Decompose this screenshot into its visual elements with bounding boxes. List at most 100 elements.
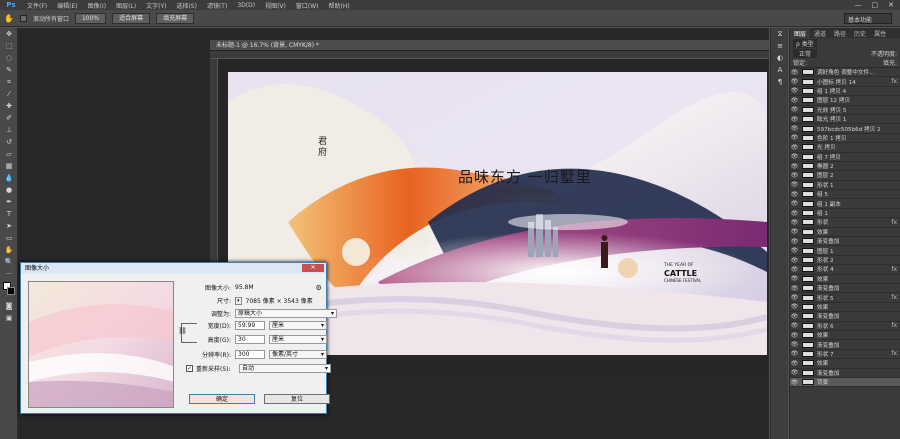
healing-tool-icon[interactable]: ✚ [0, 100, 18, 112]
reset-button[interactable]: 复位 [264, 394, 330, 404]
layer-row[interactable]: 👁 组 1 副本 [790, 199, 900, 209]
layer-row[interactable]: 👁 小图标 拷贝 14 fx [790, 77, 900, 87]
menu-filter[interactable]: 滤镜(T) [202, 1, 232, 10]
character-panel-icon[interactable]: A [771, 64, 789, 76]
tab-paths[interactable]: 路径 [830, 28, 850, 38]
menu-edit[interactable]: 编辑(E) [52, 1, 82, 10]
quick-select-tool-icon[interactable]: ✎ [0, 64, 18, 76]
layer-row[interactable]: 👁 效果 [790, 275, 900, 284]
visibility-eye-icon[interactable]: 👁 [790, 360, 799, 367]
visibility-eye-icon[interactable]: 👁 [790, 238, 799, 245]
move-tool-icon[interactable]: ✥ [0, 28, 18, 40]
layer-fx-icon[interactable]: fx [891, 266, 900, 273]
layer-row[interactable]: 👁 渐变叠加 [790, 312, 900, 322]
close-window-button[interactable]: ✕ [888, 1, 894, 9]
visibility-eye-icon[interactable]: 👁 [790, 134, 799, 141]
visibility-eye-icon[interactable]: 👁 [790, 285, 799, 292]
height-unit-select[interactable]: 厘米 [269, 335, 327, 344]
lasso-tool-icon[interactable]: ◌ [0, 52, 18, 64]
hand-tool-icon[interactable]: ✋ [0, 244, 18, 256]
menu-view[interactable]: 视图(V) [260, 1, 291, 10]
visibility-eye-icon[interactable]: 👁 [790, 210, 799, 217]
tab-properties[interactable]: 属性 [870, 28, 890, 38]
menu-type[interactable]: 文字(Y) [141, 1, 171, 10]
history-brush-icon[interactable]: ↺ [0, 136, 18, 148]
layer-row[interactable]: 👁 形状 7 fx [790, 350, 900, 360]
visibility-eye-icon[interactable]: 👁 [790, 257, 799, 264]
layer-row[interactable]: 👁 调好角色 调整中文件... [790, 68, 900, 78]
gradient-tool-icon[interactable]: ▦ [0, 160, 18, 172]
layer-row[interactable]: 👁 形状 1 [790, 181, 900, 191]
layer-row[interactable]: 👁 组 5 [790, 190, 900, 200]
quick-mask-icon[interactable]: ◙ [0, 300, 18, 312]
visibility-eye-icon[interactable]: 👁 [790, 275, 799, 282]
layer-filter-select[interactable]: ρ 类型 [793, 38, 817, 48]
marquee-tool-icon[interactable]: ⬚ [0, 40, 18, 52]
stamp-tool-icon[interactable]: ⊥ [0, 124, 18, 136]
tab-history[interactable]: 历史 [850, 28, 870, 38]
visibility-eye-icon[interactable]: 👁 [790, 200, 799, 207]
eyedropper-tool-icon[interactable]: ⁄ [0, 88, 18, 100]
menu-select[interactable]: 选择(S) [171, 1, 202, 10]
layer-row[interactable]: 👁 形状 6 fx [790, 322, 900, 331]
fit-select[interactable]: 原稿大小 [235, 309, 337, 318]
layer-row[interactable]: 👁 形状 5 fx [790, 293, 900, 303]
fill-screen-button[interactable]: 填充屏幕 [156, 12, 195, 24]
shape-tool-icon[interactable]: ▭ [0, 232, 18, 244]
visibility-eye-icon[interactable]: 👁 [790, 181, 799, 188]
layer-row[interactable]: 👁 组 1 [790, 209, 900, 219]
visibility-eye-icon[interactable]: 👁 [790, 322, 799, 329]
layer-fx-icon[interactable]: fx [891, 78, 900, 85]
visibility-eye-icon[interactable]: 👁 [790, 125, 799, 132]
visibility-eye-icon[interactable]: 👁 [790, 153, 799, 160]
scroll-all-checkbox[interactable] [19, 14, 27, 22]
dimensions-unit-dropdown[interactable]: ▾ [235, 296, 242, 305]
ok-button[interactable]: 确定 [189, 394, 255, 404]
visibility-eye-icon[interactable]: 👁 [790, 191, 799, 198]
image-preview[interactable] [28, 281, 174, 408]
layer-row[interactable]: 👁 色阶 1 拷贝 [790, 134, 900, 144]
layer-row[interactable]: 👁 组 1 拷贝 4 [790, 87, 900, 97]
visibility-eye-icon[interactable]: 👁 [790, 69, 799, 76]
visibility-eye-icon[interactable]: 👁 [790, 332, 799, 339]
resolution-unit-select[interactable]: 像素/英寸 [269, 350, 327, 359]
color-swatches-icon[interactable] [0, 280, 18, 300]
visibility-eye-icon[interactable]: 👁 [790, 303, 799, 310]
fit-screen-button[interactable]: 适合屏幕 [112, 12, 151, 24]
visibility-eye-icon[interactable]: 👁 [790, 78, 799, 85]
layer-row[interactable]: 👁 渐变叠加 [790, 284, 900, 294]
layer-row[interactable]: 👁 图层 12 拷贝 [790, 96, 900, 106]
visibility-eye-icon[interactable]: 👁 [790, 350, 799, 357]
layer-row[interactable]: 👁 渐变叠加 [790, 237, 900, 247]
menu-help[interactable]: 帮助(H) [324, 1, 355, 10]
brush-tool-icon[interactable]: ✐ [0, 112, 18, 124]
menu-window[interactable]: 窗口(W) [291, 1, 324, 10]
layer-row[interactable]: 👁 597bcdc505b6d 拷贝 2 [790, 124, 900, 134]
resample-checkbox[interactable]: ✓ [186, 365, 193, 372]
layer-row[interactable]: 👁 渐变叠加 [790, 369, 900, 378]
crop-tool-icon[interactable]: ⌗ [0, 76, 18, 88]
paragraph-panel-icon[interactable]: ¶ [771, 76, 789, 88]
visibility-eye-icon[interactable]: 👁 [790, 116, 799, 123]
layer-row[interactable]: 👁 形状 2 [790, 256, 900, 266]
workspace-select[interactable]: 基本功能 [844, 12, 892, 24]
adjustments-panel-icon[interactable]: ◐ [771, 52, 789, 64]
visibility-eye-icon[interactable]: 👁 [790, 87, 799, 94]
layer-row[interactable]: 👁 效果 [790, 359, 900, 369]
layer-row[interactable]: 👁 效果 [790, 303, 900, 313]
visibility-eye-icon[interactable]: 👁 [790, 219, 799, 226]
eraser-tool-icon[interactable]: ▱ [0, 148, 18, 160]
resample-select[interactable]: 自动 [239, 364, 331, 373]
visibility-eye-icon[interactable]: 👁 [790, 341, 799, 348]
tab-channels[interactable]: 通道 [810, 28, 830, 38]
visibility-eye-icon[interactable]: 👁 [790, 97, 799, 104]
zoom-tool-icon[interactable]: 🔍 [0, 256, 18, 268]
properties-panel-icon[interactable]: ≡ [771, 40, 789, 52]
layer-row[interactable]: 👁 形状 4 fx [790, 265, 900, 275]
layer-row[interactable]: 👁 图层 1 [790, 246, 900, 256]
visibility-eye-icon[interactable]: 👁 [790, 228, 799, 235]
screen-mode-icon[interactable]: ▣ [0, 312, 18, 324]
menu-image[interactable]: 图像(I) [83, 1, 111, 10]
path-select-tool-icon[interactable]: ➤ [0, 220, 18, 232]
layer-row[interactable]: 👁 背景 [790, 377, 900, 388]
